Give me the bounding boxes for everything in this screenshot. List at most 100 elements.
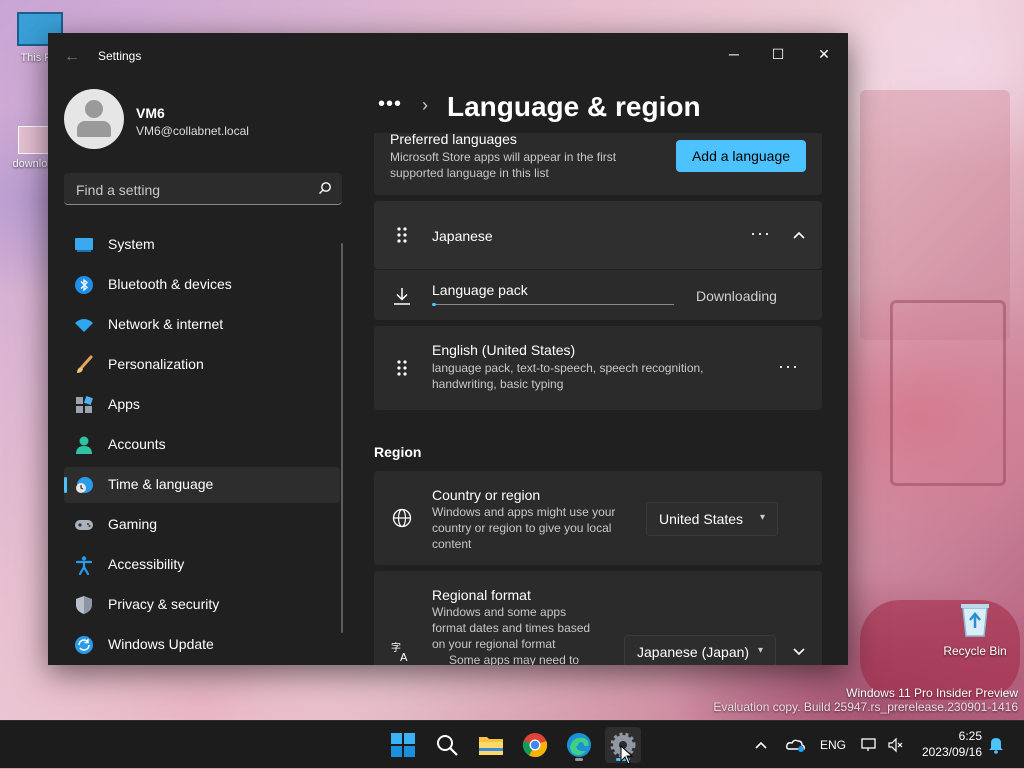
chevron-down-icon: ▾ xyxy=(757,645,763,656)
notification-bell-icon[interactable] xyxy=(988,736,1004,754)
breadcrumb-overflow-button[interactable]: ••• xyxy=(378,93,402,116)
regional-format-desc-line2: format dates and times based xyxy=(432,621,591,635)
country-region-desc-line3: content xyxy=(432,537,472,551)
mouse-cursor-icon xyxy=(620,745,634,765)
running-indicator xyxy=(575,758,583,761)
volume-muted-icon[interactable] xyxy=(887,737,903,753)
taskbar: ENG 6:25 2023/09/16 xyxy=(0,720,1024,768)
shield-icon xyxy=(76,596,92,614)
sidebar-item-accounts[interactable]: Accounts xyxy=(64,427,340,463)
gaming-icon xyxy=(75,520,93,530)
country-region-title: Country or region xyxy=(432,487,541,503)
preferred-languages-desc-line2: supported language in this list xyxy=(390,166,549,180)
back-arrow-icon[interactable]: ← xyxy=(64,47,84,67)
sidebar-item-accessibility[interactable]: Accessibility xyxy=(64,547,340,583)
onedrive-icon[interactable] xyxy=(786,737,806,753)
chevron-up-icon[interactable] xyxy=(792,230,806,240)
language-item-english[interactable]: English (United States) language pack, t… xyxy=(374,326,822,410)
add-language-button[interactable]: Add a language xyxy=(676,140,806,172)
sidebar-item-apps[interactable]: Apps xyxy=(64,387,340,423)
search-input[interactable] xyxy=(74,179,308,201)
folder-icon xyxy=(479,737,503,755)
settings-window: ← Settings ─ ☐ ✕ VM6 VM6@collabnet.local… xyxy=(48,33,848,665)
language-name: English (United States) xyxy=(432,342,576,358)
apps-icon xyxy=(76,396,93,413)
regional-format-title: Regional format xyxy=(432,587,531,603)
country-region-value: United States xyxy=(659,511,744,527)
bluetooth-icon xyxy=(75,276,93,294)
brush-icon xyxy=(77,355,93,373)
taskbar-search-button[interactable] xyxy=(429,727,465,763)
language-features-line2: handwriting, basic typing xyxy=(432,377,564,391)
search-icon[interactable] xyxy=(318,181,332,195)
sidebar-item-bluetooth[interactable]: Bluetooth & devices xyxy=(64,267,340,303)
time-language-icon xyxy=(76,477,93,493)
regional-format-desc-line1: Windows and some apps xyxy=(432,605,567,619)
language-pack-label: Language pack xyxy=(432,282,528,298)
country-region-dropdown[interactable]: United States ▾ xyxy=(646,502,778,536)
sidebar-item-network[interactable]: Network & internet xyxy=(64,307,340,343)
chevron-up-icon[interactable] xyxy=(754,740,768,750)
regional-format-desc-line4: Some apps may need to xyxy=(449,653,580,665)
file-explorer-button[interactable] xyxy=(473,727,509,763)
language-name: Japanese xyxy=(432,228,493,244)
preferred-languages-card: Preferred languages Microsoft Store apps… xyxy=(374,133,822,195)
clock-time: 6:25 xyxy=(958,729,982,743)
network-status-icon[interactable] xyxy=(860,737,878,753)
close-button[interactable]: ✕ xyxy=(802,39,846,69)
maximize-button[interactable]: ☐ xyxy=(756,39,800,69)
input-language-indicator[interactable]: ENG xyxy=(820,738,846,752)
accessibility-icon xyxy=(75,556,93,575)
regional-format-card: 字 A Regional format Windows and some app… xyxy=(374,571,822,665)
language-features-line1: language pack, text-to-speech, speech re… xyxy=(432,361,704,375)
search-icon xyxy=(437,735,458,756)
content-area[interactable]: Preferred languages Microsoft Store apps… xyxy=(374,133,822,665)
avatar[interactable] xyxy=(64,89,124,149)
system-icon xyxy=(75,238,93,252)
page-title: Language & region xyxy=(447,91,701,122)
windows-logo-icon xyxy=(391,733,415,757)
sidebar-item-privacy[interactable]: Privacy & security xyxy=(64,587,340,623)
user-name: VM6 xyxy=(136,105,165,121)
edge-button[interactable] xyxy=(561,727,597,763)
search-box[interactable] xyxy=(64,173,342,205)
chrome-icon xyxy=(522,733,548,758)
download-progress-bar xyxy=(432,303,674,306)
expand-chevron-icon[interactable] xyxy=(792,647,806,657)
clock-date: 2023/09/16 xyxy=(921,745,982,759)
sidebar-item-gaming[interactable]: Gaming xyxy=(64,507,340,543)
sidebar-item-system[interactable]: System xyxy=(64,227,340,263)
sidebar-item-windows-update[interactable]: Windows Update xyxy=(64,627,340,663)
window-title: Settings xyxy=(98,49,142,63)
start-button[interactable] xyxy=(385,727,421,763)
sidebar-scrollbar[interactable] xyxy=(341,243,343,633)
regional-format-value: Japanese (Japan) xyxy=(637,644,750,660)
more-options-icon[interactable]: ··· xyxy=(750,223,771,244)
sidebar-item-personalization[interactable]: Personalization xyxy=(64,347,340,383)
update-icon xyxy=(75,636,93,654)
minimize-button[interactable]: ─ xyxy=(712,39,756,69)
download-icon xyxy=(394,288,410,305)
drag-handle-icon[interactable] xyxy=(396,359,408,377)
chrome-button[interactable] xyxy=(517,727,553,763)
more-options-icon[interactable]: ··· xyxy=(778,356,799,377)
language-item-japanese[interactable]: Japanese ··· xyxy=(374,201,822,269)
build-watermark: Windows 11 Pro Insider Preview Evaluatio… xyxy=(713,686,1018,714)
country-region-desc-line2: country or region to give you local xyxy=(432,521,612,535)
language-pack-row: Language pack Downloading xyxy=(374,270,822,320)
title-bar[interactable]: ← Settings ─ ☐ ✕ xyxy=(48,33,848,81)
download-progress-fill xyxy=(432,303,436,306)
active-indicator xyxy=(64,477,67,493)
sidebar-nav: System Bluetooth & devices Network & int… xyxy=(64,227,340,665)
country-region-desc-line1: Windows and apps might use your xyxy=(432,505,616,519)
drag-handle-icon[interactable] xyxy=(396,226,408,244)
desktop-icon-recycle-bin[interactable]: Recycle Bin xyxy=(940,600,1010,658)
user-email: VM6@collabnet.local xyxy=(136,124,249,138)
sidebar-item-time-language[interactable]: Time & language xyxy=(64,467,340,503)
clock[interactable]: 6:25 2023/09/16 xyxy=(918,729,982,759)
edge-icon xyxy=(567,733,591,757)
regional-format-dropdown[interactable]: Japanese (Japan) ▾ xyxy=(624,635,776,665)
network-icon xyxy=(75,319,93,332)
chevron-down-icon: ▾ xyxy=(759,512,765,523)
chevron-right-icon: › xyxy=(422,95,428,115)
